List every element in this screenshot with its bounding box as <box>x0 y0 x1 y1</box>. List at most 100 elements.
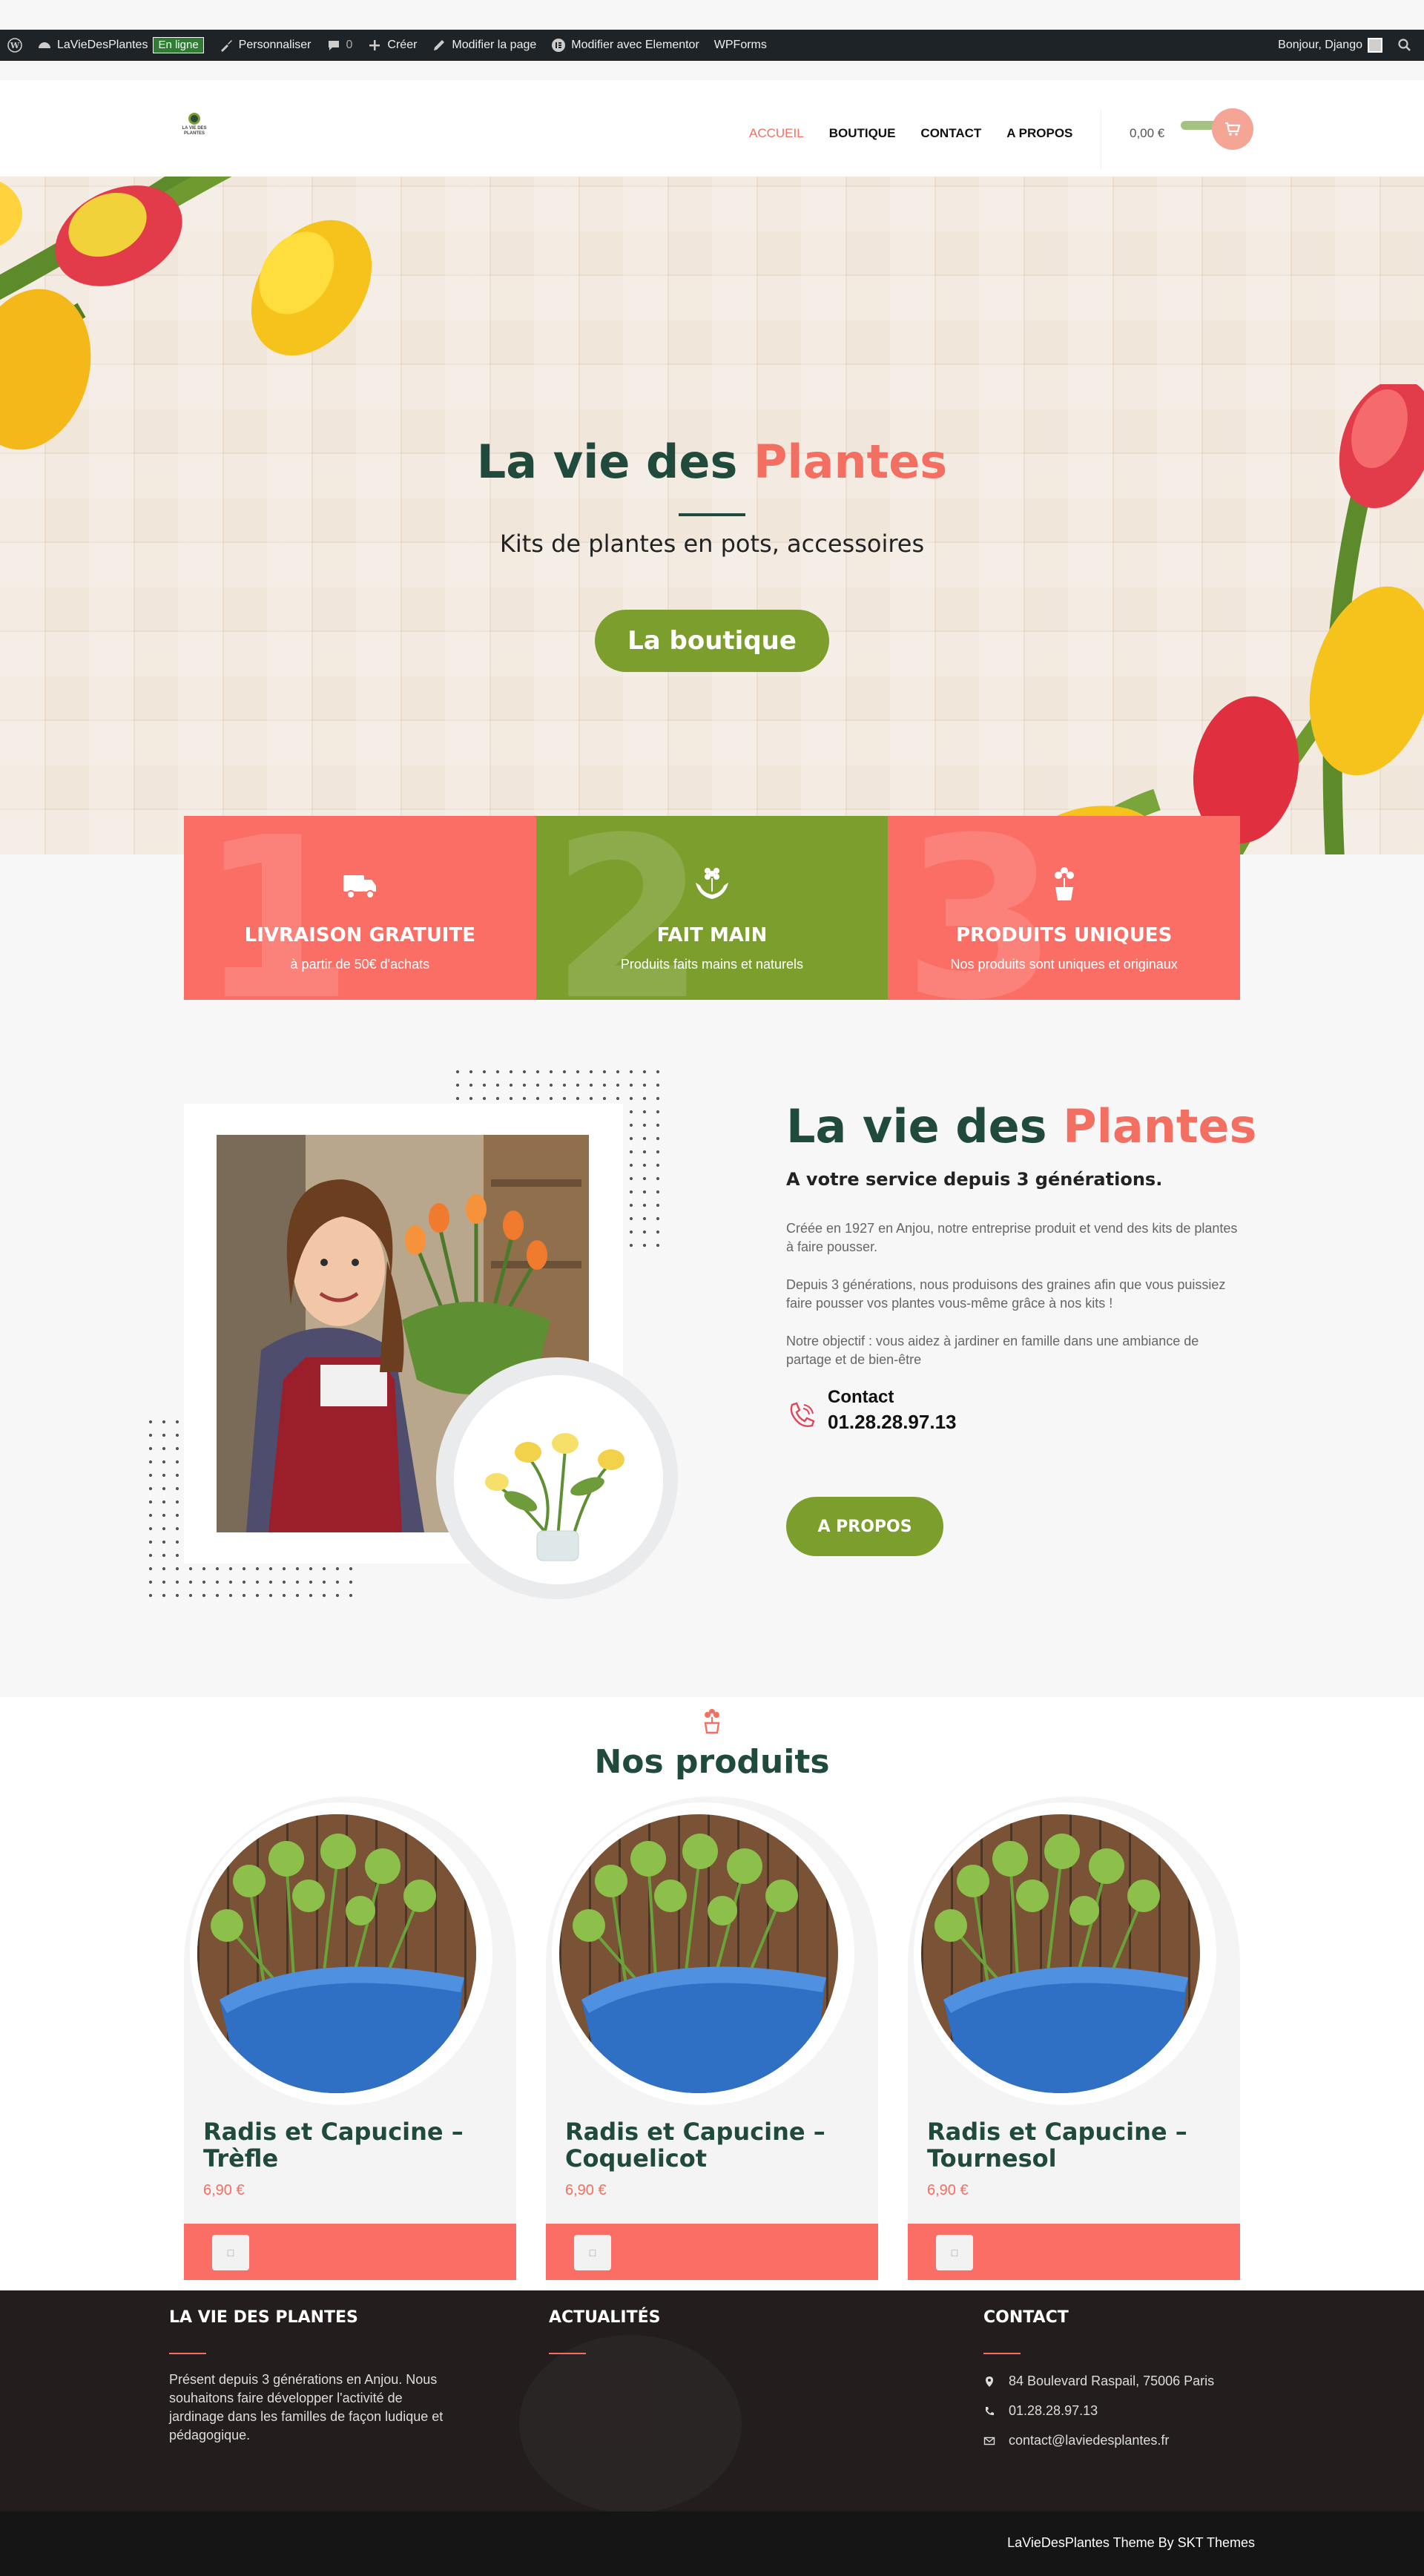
footer-address: 84 Boulevard Raspail, 75006 Paris <box>983 2374 1214 2389</box>
cart-icon: □ <box>589 2247 596 2259</box>
wordpress-logo-button[interactable]: W <box>7 38 22 53</box>
shop-button[interactable]: La boutique <box>595 610 829 672</box>
product-image[interactable] <box>197 1814 476 2093</box>
nav-item-boutique[interactable]: BOUTIQUE <box>829 126 896 141</box>
product-price: 6,90 € <box>203 2182 245 2198</box>
footer-divider <box>549 2353 586 2354</box>
search-icon[interactable] <box>1397 38 1412 53</box>
footer-about-text: Présent depuis 3 générations en Anjou. N… <box>169 2372 444 2442</box>
logo-text: LA VIE DES PLANTES <box>182 126 207 136</box>
product-card[interactable]: Radis et Capucine – Coquelicot 6,90 € □ <box>546 1796 878 2280</box>
create-link[interactable]: Créer <box>367 38 417 53</box>
radish-pot-illustration <box>197 1814 476 2093</box>
product-name[interactable]: Radis et Capucine – Trèfle <box>203 2118 500 2172</box>
add-to-cart-button[interactable]: □ <box>574 2235 611 2270</box>
brush-icon <box>220 40 232 52</box>
footer-divider <box>169 2353 206 2354</box>
footer-title-about: LA VIE DES PLANTES <box>169 2308 358 2327</box>
product-name[interactable]: Radis et Capucine – Coquelicot <box>565 2118 862 2172</box>
edit-page-link[interactable]: Modifier la page <box>432 38 536 53</box>
product-card[interactable]: Radis et Capucine – Trèfle 6,90 € □ <box>184 1796 516 2280</box>
customize-link[interactable]: Personnaliser <box>219 38 312 53</box>
feature-card-free-delivery: 1 LIVRAISON GRATUITE à partir de 50€ d'a… <box>184 816 536 1000</box>
phone-icon <box>986 2406 994 2415</box>
customize-label: Personnaliser <box>238 39 312 51</box>
wpforms-link[interactable]: WPForms <box>714 39 767 52</box>
features-strip: 1 LIVRAISON GRATUITE à partir de 50€ d'a… <box>184 816 1240 1000</box>
comments-count: 0 <box>346 39 353 51</box>
nav-item-contact[interactable]: CONTACT <box>920 126 981 141</box>
hero-subtitle: Kits de plantes en pots, accessoires <box>499 530 925 558</box>
comments-link[interactable]: 0 <box>326 38 353 53</box>
about-subtitle: A votre service depuis 3 générations. <box>786 1169 1163 1190</box>
hands-flower-icon <box>695 868 728 899</box>
comment-icon <box>328 41 339 50</box>
feature-title: PRODUITS UNIQUES <box>955 924 1173 946</box>
contact-phone[interactable]: 01.28.28.97.13 <box>828 1411 957 1434</box>
feature-subtitle: Nos produits sont uniques et originaux <box>950 957 1178 972</box>
product-card[interactable]: Radis et Capucine – Tournesol 6,90 € □ <box>908 1796 1240 2280</box>
hero-banner: La vie des Plantes Kits de plantes en po… <box>0 177 1424 854</box>
edit-elementor-label: Modifier avec Elementor <box>571 39 699 51</box>
cart-button[interactable] <box>1212 108 1253 150</box>
cart-icon: □ <box>951 2247 958 2259</box>
user-greeting: Bonjour, Django <box>1278 39 1362 51</box>
map-pin-icon <box>986 2376 993 2387</box>
hero-title-accent: Plantes <box>753 435 948 489</box>
product-price: 6,90 € <box>927 2182 969 2198</box>
nav-item-accueil[interactable]: ACCUEIL <box>749 126 804 141</box>
site-logo[interactable]: LA VIE DES PLANTES <box>177 113 212 144</box>
cart-total[interactable]: 0,00 € <box>1130 126 1164 141</box>
hero-divider <box>679 513 745 516</box>
flower-pot-icon <box>704 1709 720 1734</box>
nav-item-a-propos[interactable]: A PROPOS <box>1006 126 1072 141</box>
add-to-cart-button[interactable]: □ <box>936 2235 973 2270</box>
product-image[interactable] <box>921 1814 1200 2093</box>
footer-background-decoration <box>519 2335 742 2511</box>
flower-vase-photo <box>454 1375 663 1584</box>
flower-pot-icon <box>1054 867 1074 900</box>
radish-pot-illustration <box>921 1814 1200 2093</box>
about-paragraph: Créée en 1927 en Anjou, notre entreprise… <box>786 1221 1238 1254</box>
footer-address-text: 84 Boulevard Raspail, 75006 Paris <box>1009 2374 1215 2388</box>
flower-vase-illustration <box>454 1375 663 1584</box>
site-name: LaVieDesPlantes <box>57 39 148 51</box>
footer-email[interactable]: contact@laviedesplantes.fr <box>983 2433 1169 2448</box>
copyright-text[interactable]: LaVieDesPlantes Theme By SKT Themes <box>1007 2535 1255 2551</box>
product-name[interactable]: Radis et Capucine – Tournesol <box>927 2118 1224 2172</box>
copyright-bar: LaVieDesPlantes Theme By SKT Themes <box>0 2511 1424 2576</box>
site-name-link[interactable]: LaVieDesPlantes En ligne <box>37 37 204 53</box>
products-heading: Nos produits <box>594 1743 830 1781</box>
feature-title: LIVRAISON GRATUITE <box>244 924 475 946</box>
about-title-accent: Plantes <box>1063 1099 1257 1153</box>
site-header: LA VIE DES PLANTES ACCUEIL BOUTIQUE CONT… <box>0 80 1424 177</box>
about-paragraph: Notre objectif : vous aidez à jardiner e… <box>786 1334 1199 1367</box>
footer-email-text: contact@laviedesplantes.fr <box>1009 2433 1170 2448</box>
hero-title-main: La vie des <box>476 435 738 489</box>
about-title: La vie des Plantes <box>786 1099 1256 1153</box>
product-image[interactable] <box>559 1814 838 2093</box>
footer-title-news: ACTUALITÉS <box>549 2308 661 2327</box>
avatar <box>1368 38 1382 53</box>
phone-icon <box>790 1402 815 1427</box>
status-badge: En ligne <box>153 37 204 53</box>
footer-divider <box>983 2353 1021 2354</box>
main-nav: ACCUEIL BOUTIQUE CONTACT A PROPOS <box>749 126 1072 141</box>
svg-text:W: W <box>10 41 20 50</box>
about-title-main: La vie des <box>786 1099 1047 1153</box>
wpforms-label: WPForms <box>713 39 767 51</box>
footer-phone[interactable]: 01.28.28.97.13 <box>983 2403 1098 2419</box>
create-label: Créer <box>387 39 418 51</box>
footer-title-contact: CONTACT <box>983 2308 1069 2327</box>
about-button[interactable]: A PROPOS <box>786 1497 943 1556</box>
contact-label: Contact <box>828 1387 894 1407</box>
cart-icon <box>1225 122 1241 136</box>
feature-title: FAIT MAIN <box>656 924 768 946</box>
truck-icon <box>343 875 377 899</box>
add-to-cart-button[interactable]: □ <box>212 2235 249 2270</box>
user-account-menu[interactable]: Bonjour, Django <box>1278 38 1382 53</box>
feature-subtitle: à partir de 50€ d'achats <box>290 957 430 972</box>
edit-elementor-link[interactable]: Modifier avec Elementor <box>551 38 699 53</box>
logo-mark-icon <box>188 113 200 125</box>
hero-title: La vie des Plantes <box>0 435 1424 489</box>
